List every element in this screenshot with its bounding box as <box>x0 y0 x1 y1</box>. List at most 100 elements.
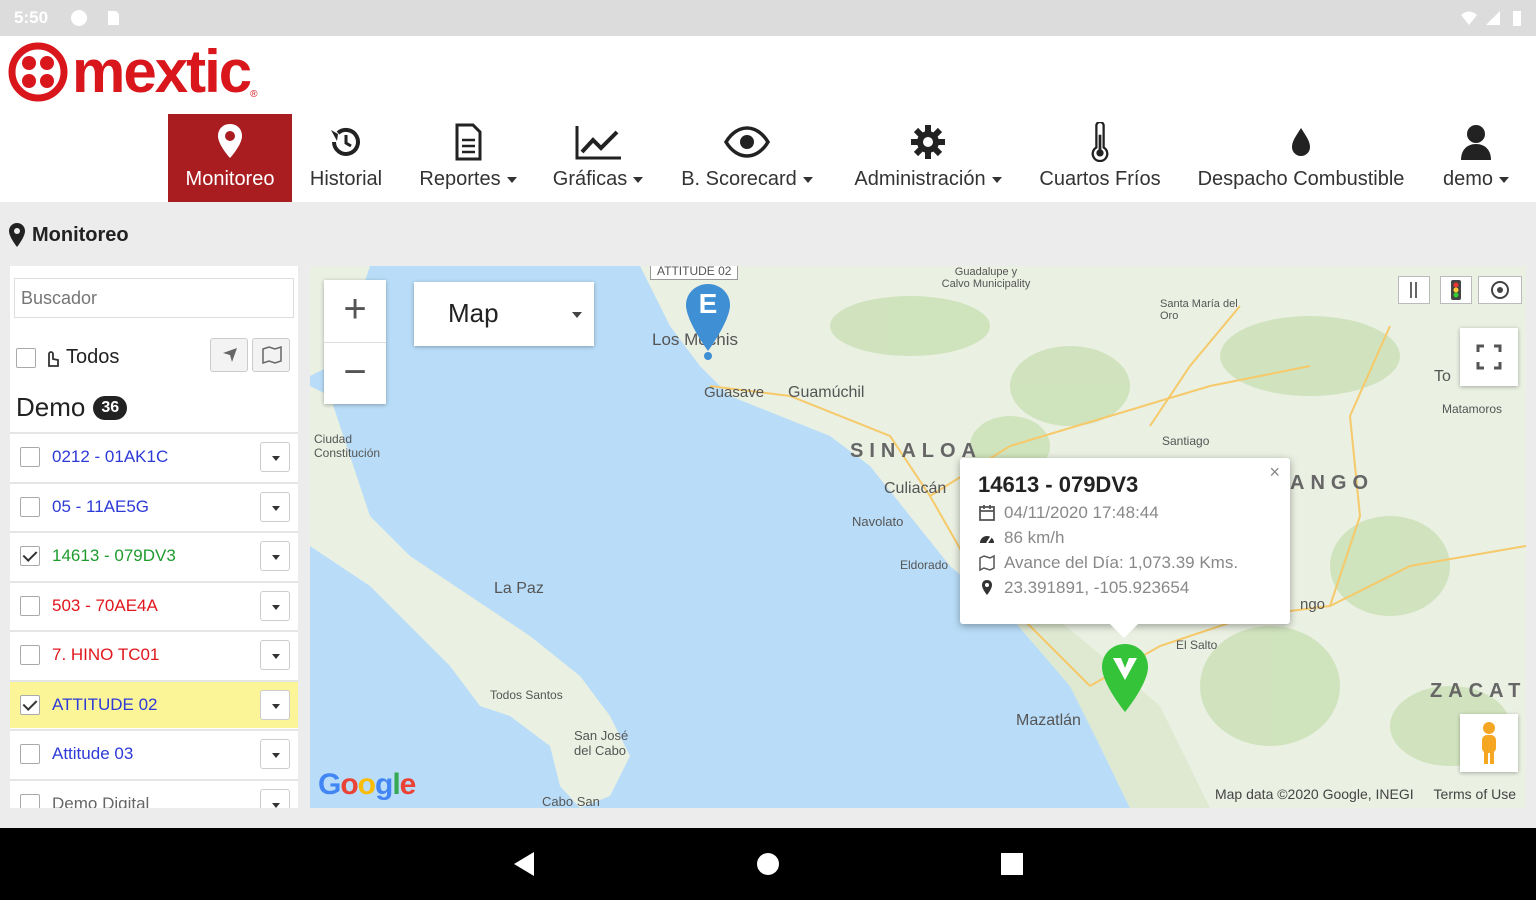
vehicle-label[interactable]: 14613 - 079DV3 <box>52 546 176 566</box>
vehicle-options-dropdown[interactable] <box>260 541 290 571</box>
vehicle-row[interactable]: Demo Digital <box>10 778 298 809</box>
nav-monitoreo[interactable]: Monitoreo <box>168 114 292 202</box>
group-count-badge: 36 <box>93 395 128 420</box>
nav-cuartos-frios[interactable]: Cuartos Fríos <box>1032 114 1168 202</box>
vehicle-marker-selected[interactable] <box>1100 642 1150 714</box>
vehicle-options-dropdown[interactable] <box>260 590 290 621</box>
vehicle-map-label[interactable]: ATTITUDE 02 <box>650 266 739 280</box>
vehicle-checkbox[interactable] <box>20 744 40 764</box>
vehicle-label[interactable]: 7. HINO TC01 <box>52 645 159 665</box>
close-popup-button[interactable]: × <box>1269 462 1280 483</box>
vehicle-checkbox[interactable] <box>20 793 40 808</box>
traffic-layer-button[interactable] <box>1440 276 1472 304</box>
wifi-icon <box>1461 11 1477 25</box>
vehicle-options-dropdown[interactable] <box>260 442 290 472</box>
map-label-city: Todos Santos <box>490 688 563 702</box>
zoom-in-button[interactable]: + <box>324 280 386 342</box>
map-type-label: Map <box>448 298 499 328</box>
vehicle-options-dropdown[interactable] <box>260 689 290 720</box>
vehicle-label[interactable]: Attitude 03 <box>52 744 133 764</box>
vehicle-row[interactable]: 0212 - 01AK1C <box>10 432 298 480</box>
nav-graficas[interactable]: Gráficas <box>542 114 654 202</box>
nav-user-demo[interactable]: demo <box>1432 114 1520 202</box>
list-toggle-button[interactable] <box>1398 276 1430 304</box>
map-view-button[interactable] <box>252 338 290 372</box>
terms-link[interactable]: Terms of Use <box>1434 786 1516 802</box>
map-view[interactable]: Los Mochis Guasave Guamúchil SINALOA Cul… <box>310 266 1526 808</box>
vehicle-label[interactable]: 05 - 11AE5G <box>52 497 149 517</box>
vehicle-label[interactable]: 0212 - 01AK1C <box>52 447 168 467</box>
vehicle-checkbox[interactable] <box>20 546 40 566</box>
back-icon[interactable] <box>510 848 538 880</box>
street-view-button[interactable] <box>1460 714 1518 772</box>
vehicle-label[interactable]: Demo Digital <box>52 794 149 809</box>
system-navigation-bar <box>0 828 1536 900</box>
map-label-city: Santiago <box>1162 434 1210 448</box>
popup-coords: 23.391891, -105.923654 <box>1004 578 1190 597</box>
vehicle-options-dropdown[interactable] <box>260 640 290 670</box>
vehicle-label[interactable]: 503 - 70AE4A <box>52 596 158 616</box>
select-all-row: Todos <box>16 346 119 369</box>
nav-b-scorecard[interactable]: B. Scorecard <box>670 114 824 202</box>
my-location-button[interactable] <box>1478 276 1522 304</box>
group-header[interactable]: Demo 36 <box>16 392 128 423</box>
chevron-down-icon <box>572 312 582 318</box>
brand-name: mextic <box>72 38 252 105</box>
nav-administracion[interactable]: Administración <box>838 114 1018 202</box>
vehicle-checkbox[interactable] <box>20 595 40 616</box>
vehicle-row[interactable]: 14613 - 079DV3 <box>10 531 298 579</box>
search-input[interactable] <box>14 278 294 318</box>
vehicle-checkbox[interactable] <box>20 694 40 715</box>
nav-reportes[interactable]: Reportes <box>408 114 528 202</box>
vehicle-checkbox[interactable] <box>20 447 40 467</box>
map-label-city: Santa María del Oro <box>1160 298 1238 322</box>
location-arrow-icon <box>223 348 237 362</box>
zoom-out-button[interactable]: − <box>324 342 386 404</box>
document-icon <box>455 123 482 161</box>
eye-icon <box>724 126 770 158</box>
vehicle-checkbox[interactable] <box>20 645 40 665</box>
vehicle-row[interactable]: ATTITUDE 02 <box>10 679 298 728</box>
map-filter-button[interactable] <box>210 338 248 372</box>
todos-label: Todos <box>66 346 120 368</box>
calendar-icon <box>979 505 995 521</box>
popup-speed: 86 km/h <box>1004 528 1065 547</box>
traffic-light-icon <box>1451 280 1461 300</box>
vehicle-info-popup: × 14613 - 079DV3 04/11/2020 17:48:44 86 … <box>960 458 1290 638</box>
vehicle-options-dropdown[interactable] <box>260 739 290 769</box>
home-icon[interactable] <box>754 848 782 880</box>
select-all-checkbox[interactable] <box>16 347 36 368</box>
map-label-city: Cabo San <box>542 794 600 808</box>
vehicle-row[interactable]: 05 - 11AE5G <box>10 481 298 530</box>
nav-historial[interactable]: Historial <box>300 114 392 202</box>
vehicle-checkbox[interactable] <box>20 496 40 517</box>
map-attribution: Map data ©2020 Google, INEGI Terms of Us… <box>1215 786 1516 802</box>
vehicle-options-dropdown[interactable] <box>260 491 290 522</box>
chevron-down-icon <box>506 176 517 183</box>
signal-icon <box>1486 11 1500 25</box>
registered-mark: ® <box>250 88 258 100</box>
popup-coords-row: 23.391891, -105.923654 <box>978 578 1272 598</box>
map-type-selector[interactable]: Map <box>414 282 594 346</box>
map-label-city: Matamoros <box>1442 402 1503 416</box>
map-icon <box>262 345 282 365</box>
vehicle-row[interactable]: 503 - 70AE4A <box>10 580 298 629</box>
map-label-city: ngo <box>1300 596 1326 613</box>
recents-icon[interactable] <box>998 848 1026 880</box>
vehicle-row[interactable]: Attitude 03 <box>10 729 298 777</box>
map-data-credit: Map data ©2020 Google, INEGI <box>1214 786 1414 802</box>
zoom-control: + − <box>324 280 386 404</box>
map-label-state: ZACAT <box>1430 680 1526 702</box>
nav-despacho-combustible[interactable]: Despacho Combustible <box>1186 114 1416 202</box>
vehicle-label[interactable]: ATTITUDE 02 <box>52 695 157 715</box>
fullscreen-button[interactable] <box>1460 328 1518 386</box>
target-icon <box>1491 281 1509 299</box>
vehicle-marker-e[interactable]: E <box>684 282 732 362</box>
vehicle-options-dropdown[interactable] <box>260 788 290 808</box>
user-icon <box>1461 125 1491 160</box>
mextic-logo[interactable]: mextic ® <box>8 42 257 102</box>
map-label-city: Guasave <box>704 384 765 401</box>
map-label-city: Navolato <box>852 514 904 529</box>
chevron-down-icon <box>633 176 644 183</box>
vehicle-row[interactable]: 7. HINO TC01 <box>10 630 298 678</box>
